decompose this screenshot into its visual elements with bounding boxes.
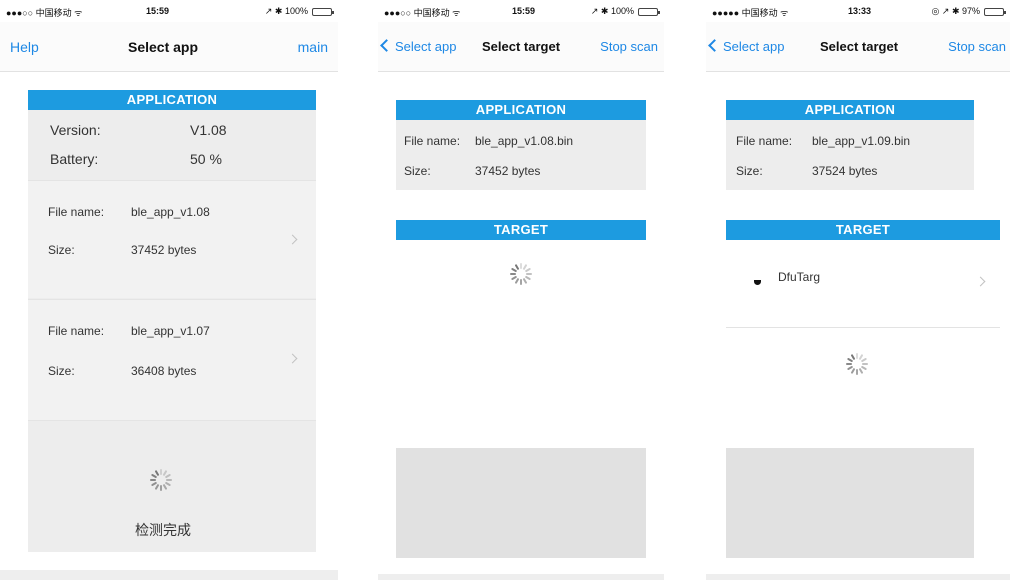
spinner-spoke [164,473,172,479]
nav-title: Select target [820,39,899,54]
back-label: Select app [723,39,785,54]
file-size-label: Size: [48,364,75,378]
device-divider [726,327,1000,328]
stop-scan-button[interactable]: Stop scan [948,22,1006,72]
status-time: 13:33 [848,6,872,16]
device-name: DfuTarg [778,270,821,284]
file-size-value: 37452 bytes [475,164,541,178]
spinner-spoke [850,367,856,375]
battery-icon [638,7,660,16]
file-name-value: ble_app_v1.08.bin [475,134,574,148]
status-right: ◎ ↗ ✱ 97% [931,6,1006,17]
file-name-value: ble_app_v1.07 [131,324,210,338]
battery-icon [312,7,334,16]
status-bar: ●●●○○ 中国移动 ᯤ 15:59 ↗ ✱ 100% [0,0,338,20]
stop-scan-button[interactable]: Stop scan [600,22,658,72]
file-name-value: ble_app_v1.09.bin [812,134,911,148]
status-indicators: ↗ ✱ 100% [264,6,308,16]
bottom-strip [0,570,338,580]
spinner-spoke [160,485,162,491]
bottom-strip [706,574,1010,580]
status-indicators: ↗ ✱ 100% [590,6,634,16]
nav-bar: Select app Select target Stop scan [706,22,1010,72]
file-size-label: Size: [48,243,75,257]
file-name-value: ble_app_v1.08 [131,205,210,219]
status-bar: ●●●○○ 中国移动 ᯤ 15:59 ↗ ✱ 100% [378,0,664,20]
battery-value: 50 % [190,151,222,167]
nav-bar: Select app Select target Stop scan [378,22,664,72]
version-value: V1.08 [190,122,227,138]
back-label: Select app [395,39,457,54]
select-app-screen: ●●●○○ 中国移动 ᯤ 15:59 ↗ ✱ 100% Help Select … [0,0,338,580]
spinner-icon [510,263,532,285]
carrier-signal: ●●●○○ 中国移动 ᯤ [6,8,83,18]
spinner-spoke [524,267,532,273]
spinner-icon [846,353,868,375]
back-button[interactable]: Select app [708,22,785,72]
file-row[interactable]: File name: ble_app_v1.08 Size: 37452 byt… [28,180,316,298]
spinner-spoke [510,273,516,275]
file-name-label: File name: [48,205,105,219]
spinner-spoke [154,483,160,491]
file-size-value: 36408 bytes [131,364,197,378]
target-footer-panel [396,448,646,558]
status-bar: ●●●●● 中国移动 ᯤ 13:33 ◎ ↗ ✱ 97% [706,0,1010,20]
spinner-spoke [166,479,172,481]
bottom-strip [378,574,664,580]
device-row[interactable]: DfuTarg [726,242,1000,328]
spinner-spoke [520,279,522,285]
file-name-label: File name: [404,134,461,148]
nav-title: Select app [128,39,199,55]
battery-icon [984,7,1006,16]
chevron-right-icon [287,234,298,245]
file-name-label: File name: [736,134,793,148]
spinner-spoke [526,273,532,275]
status-indicators: ◎ ↗ ✱ 97% [931,6,980,16]
nav-title: Select target [482,39,561,54]
target-header: TARGET [726,220,1000,240]
nav-bar: Help Select app main [0,22,338,72]
spinner-spoke [860,357,868,363]
application-header: APPLICATION [396,100,646,120]
application-header: APPLICATION [726,100,974,120]
chevron-left-icon [380,39,393,52]
battery-label: Battery: [50,151,99,167]
status-right: ↗ ✱ 100% [264,6,334,17]
status-right: ↗ ✱ 100% [590,6,660,17]
file-size-value: 37452 bytes [131,243,197,257]
scan-status-text: 检测完成 [135,522,191,538]
file-row[interactable]: File name: ble_app_v1.07 Size: 36408 byt… [28,299,316,421]
carrier-signal: ●●●○○ 中国移动 ᯤ [384,8,461,18]
spinner-spoke [514,277,520,285]
bluetooth-device-icon [754,280,761,285]
spinner-icon [150,469,172,491]
main-button[interactable]: main [298,22,328,72]
spinner-spoke [862,363,868,365]
chevron-right-icon [975,276,986,287]
target-footer-panel [726,448,974,558]
version-label: Version: [50,122,101,138]
status-time: 15:59 [146,6,170,16]
spinner-spoke [846,363,852,365]
file-size-label: Size: [404,164,431,178]
status-time: 15:59 [512,6,536,16]
target-header: TARGET [396,220,646,240]
file-size-label: Size: [736,164,763,178]
chevron-right-icon [287,353,298,364]
select-target-scanning-screen: ●●●○○ 中国移动 ᯤ 15:59 ↗ ✱ 100% Select app S… [378,0,664,580]
spinner-spoke [150,479,156,481]
carrier-signal: ●●●●● 中国移动 ᯤ [712,8,789,18]
select-target-found-screen: ●●●●● 中国移动 ᯤ 13:33 ◎ ↗ ✱ 97% Select app … [706,0,1010,580]
chevron-left-icon [708,39,721,52]
spinner-spoke [856,369,858,375]
file-name-label: File name: [48,324,105,338]
file-size-value: 37524 bytes [812,164,878,178]
help-button[interactable]: Help [10,22,39,72]
application-header: APPLICATION [28,90,316,110]
back-button[interactable]: Select app [380,22,457,72]
